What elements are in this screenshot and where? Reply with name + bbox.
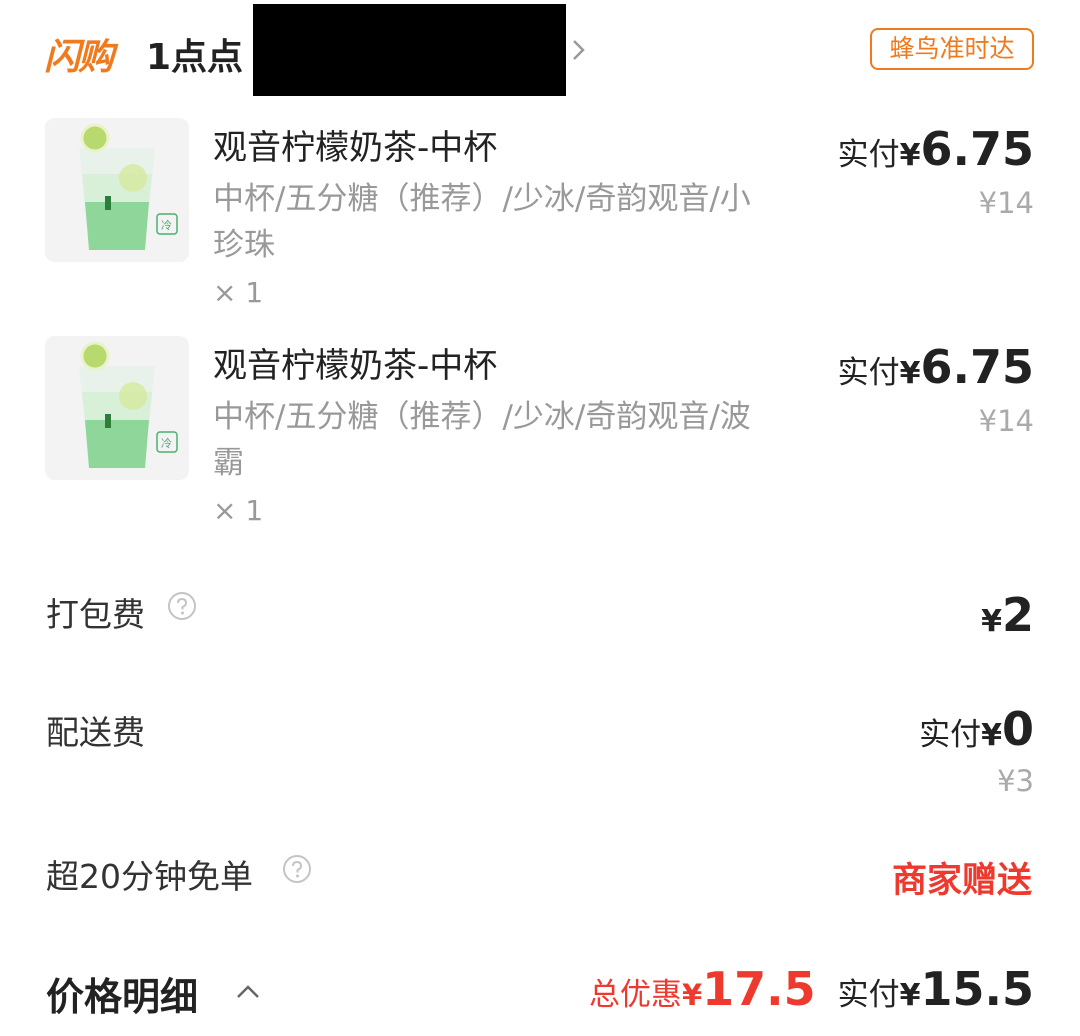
- chevron-up-icon[interactable]: [234, 980, 262, 1002]
- delivery-fee-value: 0: [1001, 702, 1034, 756]
- delivery-fee-amount: 实付¥0: [919, 702, 1034, 756]
- packing-fee-amount: ¥2: [981, 588, 1034, 642]
- pay-label: 实付: [919, 717, 982, 753]
- order-price-page: 闪购 1点点 蜂鸟准时达 冷 观音柠檬奶茶-中杯 中杯/五分糖（推荐）/少冰/奇…: [0, 0, 1080, 1036]
- packing-fee-label: 打包费: [46, 595, 145, 634]
- product-image: 冷: [45, 118, 189, 262]
- item-pay-price: 实付¥6.75: [838, 122, 1034, 176]
- redaction-block: [253, 4, 566, 96]
- product-image: 冷: [45, 336, 189, 480]
- currency-symbol: ¥: [899, 978, 921, 1013]
- order-item[interactable]: 冷 观音柠檬奶茶-中杯 中杯/五分糖（推荐）/少冰/奇韵观音/波霸 × 1 实付…: [0, 336, 1080, 551]
- price-detail-toggle[interactable]: 价格明细: [46, 966, 198, 1021]
- total-pay-amount: 15.5: [920, 962, 1035, 1016]
- chevron-right-icon[interactable]: [566, 38, 590, 62]
- total-discount-label: 总优惠: [588, 977, 682, 1013]
- item-spec: 中杯/五分糖（推荐）/少冰/奇韵观音/波霸: [213, 399, 751, 481]
- total-discount-amount: 17.5: [702, 962, 816, 1016]
- item-name: 观音柠檬奶茶-中杯: [213, 346, 498, 386]
- price-summary: 总优惠¥17.5 实付¥15.5: [589, 962, 1034, 1016]
- pay-label: 实付: [837, 355, 900, 391]
- currency-symbol: ¥: [899, 138, 921, 173]
- pay-amount: 6.75: [920, 340, 1035, 394]
- pay-label: 实付: [837, 977, 900, 1013]
- item-name: 观音柠檬奶茶-中杯: [213, 128, 498, 168]
- item-quantity: × 1: [213, 276, 264, 309]
- order-item[interactable]: 冷 观音柠檬奶茶-中杯 中杯/五分糖（推荐）/少冰/奇韵观音/小珍珠 × 1 实…: [0, 118, 1080, 333]
- delivery-original-price: ¥3: [997, 764, 1034, 798]
- shangou-brand-logo: 闪购: [44, 37, 114, 78]
- item-spec: 中杯/五分糖（推荐）/少冰/奇韵观音/小珍珠: [213, 181, 751, 263]
- packing-fee-value: 2: [1001, 588, 1034, 642]
- thumb-badge: 冷: [161, 219, 172, 232]
- currency-symbol: ¥: [981, 604, 1002, 639]
- question-help-icon[interactable]: [167, 591, 197, 621]
- merchant-gift-text: 商家赠送: [891, 861, 1032, 901]
- shop-name[interactable]: 1点点: [146, 28, 243, 80]
- delivery-tag: 蜂鸟准时达: [870, 28, 1034, 70]
- late-free-label: 超20分钟免单: [46, 857, 253, 896]
- item-quantity: × 1: [213, 494, 264, 527]
- original-price: ¥14: [978, 186, 1034, 220]
- currency-symbol: ¥: [681, 978, 703, 1012]
- item-pay-price: 实付¥6.75: [838, 340, 1034, 394]
- currency-symbol: ¥: [899, 356, 921, 391]
- pay-amount: 6.75: [920, 122, 1035, 176]
- delivery-fee-label: 配送费: [46, 713, 145, 752]
- original-price: ¥14: [978, 404, 1034, 438]
- pay-label: 实付: [837, 137, 900, 173]
- thumb-badge: 冷: [161, 437, 172, 450]
- currency-symbol: ¥: [981, 718, 1002, 753]
- question-help-icon[interactable]: [282, 854, 312, 884]
